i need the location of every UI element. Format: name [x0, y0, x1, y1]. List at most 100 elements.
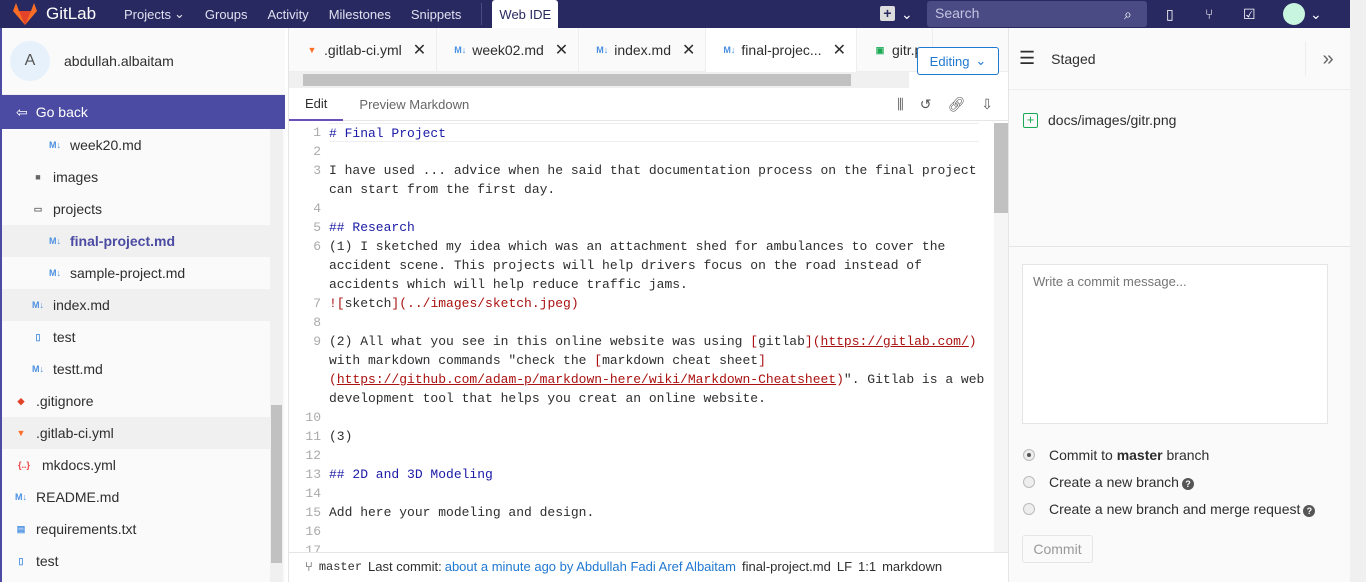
line-text: (https://github.com/adam-p/markdown-here… — [329, 370, 984, 389]
mode-label: Editing — [929, 53, 970, 69]
history-icon[interactable]: ↺ — [920, 96, 932, 113]
chevron-down-icon[interactable]: ⌄ — [1310, 6, 1322, 23]
file-tab[interactable]: M↓ final-projec... ✕ — [706, 28, 857, 72]
editor-mode-tabs: Edit Preview Markdown ⫼ ↺ 🔗︎ ⇩ — [289, 88, 1009, 121]
file-name: final-project.md — [741, 559, 831, 574]
scrollbar-thumb[interactable] — [271, 405, 282, 563]
file-tab[interactable]: ▼ .gitlab-ci.yml ✕ — [289, 28, 438, 72]
file-tree-item[interactable]: ▯ test — [2, 321, 270, 353]
line-number — [289, 370, 329, 389]
scrollbar-thumb[interactable] — [303, 74, 851, 86]
file-tree-item[interactable]: ▯ test — [2, 545, 270, 577]
code-token: ## Research — [329, 220, 415, 235]
tab-edit[interactable]: Edit — [289, 88, 344, 121]
last-commit-link[interactable]: about a minute ago by Abdullah Fadi Aref… — [445, 559, 736, 574]
merge-request-icon[interactable]: ⑂ — [1205, 6, 1213, 22]
line-number: 11 — [305, 429, 321, 444]
markdown-icon: M↓ — [49, 140, 61, 150]
close-icon[interactable]: ✕ — [682, 40, 695, 60]
gitlab-icon: ▼ — [16, 428, 26, 438]
code-line: 13 ## 2D and 3D Modeling — [289, 465, 993, 484]
line-number: 13 — [305, 467, 321, 482]
tabs-scrollbar[interactable] — [289, 72, 909, 88]
code-token: ) — [836, 372, 844, 387]
commit-button[interactable]: Commit — [1022, 535, 1093, 563]
user-avatar[interactable] — [1283, 3, 1305, 25]
commit-options: Commit to master branch Create a new bra… — [1023, 441, 1316, 522]
close-icon[interactable]: ✕ — [413, 40, 426, 60]
line-number: 3 — [313, 163, 321, 178]
file-tree-item[interactable]: M↓ testt.md — [2, 353, 270, 385]
new-item-icon[interactable]: + — [880, 6, 895, 21]
chevron-down-icon[interactable]: ⌄ — [901, 6, 913, 23]
staged-file-item[interactable]: + docs/images/gitr.png — [1009, 90, 1350, 150]
gitlab-icon: ▼ — [307, 45, 317, 55]
browser-scrollbar[interactable] — [1350, 0, 1366, 582]
file-tree-item[interactable]: M↓ sample-project.md — [2, 257, 270, 289]
search-input[interactable]: Search — [927, 1, 1147, 27]
markdown-icon: M↓ — [49, 268, 61, 278]
radio-commit-to-master[interactable]: Commit to master branch — [1023, 441, 1315, 468]
editor-scrollbar[interactable] — [994, 123, 1008, 552]
file-tree-item[interactable]: {..} mkdocs.yml — [2, 449, 270, 481]
file-name: sample-project.md — [70, 265, 186, 281]
line-number: 17 — [305, 543, 321, 552]
issues-icon[interactable]: ▯ — [1166, 6, 1174, 23]
file-tree-item[interactable]: ■ images — [2, 161, 270, 193]
collapse-panel-button[interactable]: » — [1305, 42, 1350, 76]
radio-button[interactable] — [1023, 448, 1035, 461]
code-token: ## 2D and 3D Modeling — [329, 467, 493, 482]
file-tree-item[interactable]: M↓ README.md — [2, 481, 270, 513]
radio-button[interactable] — [1023, 475, 1035, 488]
file-tree-item[interactable]: M↓ final-project.md — [2, 225, 270, 257]
markdown-icon: M↓ — [32, 300, 44, 310]
file-tree-item[interactable]: ▼ .gitlab-ci.yml — [2, 417, 270, 449]
tab-label: .gitlab-ci.yml — [324, 42, 402, 58]
tab-preview-markdown[interactable]: Preview Markdown — [343, 88, 485, 121]
file-tree-item[interactable]: M↓ week20.md — [2, 129, 270, 161]
nav-divider — [481, 3, 483, 25]
download-icon[interactable]: ⇩ — [981, 96, 993, 113]
line-text: (3) — [329, 427, 352, 446]
commit-message-input[interactable] — [1022, 264, 1328, 424]
nav-activity[interactable]: Activity — [268, 7, 309, 22]
code-line: (https://github.com/adam-p/markdown-here… — [289, 370, 993, 389]
editing-mode-dropdown[interactable]: Editing ⌄ — [917, 47, 999, 75]
file-tree-item[interactable]: ◆ .gitignore — [2, 385, 270, 417]
radio-button[interactable] — [1023, 502, 1035, 515]
nav-snippets[interactable]: Snippets — [411, 7, 462, 22]
nav-milestones[interactable]: Milestones — [329, 7, 391, 22]
option-label: Create a new branch? — [1049, 474, 1194, 490]
radio-new-branch-merge-request[interactable]: Create a new branch and merge request? — [1023, 495, 1316, 522]
nav-projects[interactable]: Projects ⌄ — [124, 6, 185, 22]
nav-web-ide[interactable]: Web IDE — [492, 0, 559, 28]
line-number: 6 — [313, 239, 321, 254]
scrollbar-thumb[interactable] — [994, 123, 1008, 213]
help-icon[interactable]: ? — [1303, 504, 1316, 517]
file-tab[interactable]: M↓ index.md ✕ — [579, 28, 707, 72]
gitlab-logo[interactable]: GitLab — [12, 2, 124, 26]
radio-new-branch[interactable]: Create a new branch? — [1023, 468, 1315, 495]
code-line: accident scene. This projects will help … — [289, 256, 993, 275]
code-token: accident scene. This projects will help … — [329, 258, 922, 273]
code-token: ]( — [804, 334, 821, 349]
code-token[interactable]: https://gitlab.com/ — [821, 334, 969, 349]
todo-icon[interactable]: ☑ — [1243, 6, 1256, 23]
link-icon[interactable]: 🔗︎ — [947, 96, 965, 113]
file-tree-item[interactable]: ▤ requirements.txt — [2, 513, 270, 545]
code-editor[interactable]: 1 # Final Project 2 3 I have used ... advice… — [289, 123, 993, 552]
help-icon[interactable]: ? — [1181, 477, 1194, 490]
file-name: .gitignore — [36, 393, 94, 409]
split-view-icon[interactable]: ⫼ — [897, 96, 903, 113]
code-token[interactable]: https://github.com/adam-p/markdown-here/… — [337, 372, 836, 387]
line-text: (1) I sketched my idea which was an atta… — [329, 237, 945, 256]
nav-groups[interactable]: Groups — [205, 7, 248, 22]
sidebar-scrollbar[interactable] — [270, 129, 283, 582]
file-name: test — [36, 553, 59, 569]
file-tab[interactable]: M↓ week02.md ✕ — [437, 28, 580, 72]
close-icon[interactable]: ✕ — [555, 40, 568, 60]
close-icon[interactable]: ✕ — [833, 40, 846, 60]
go-back-button[interactable]: ⇦ Go back — [2, 95, 285, 129]
file-tree-item[interactable]: M↓ index.md — [2, 289, 270, 321]
file-tree-item[interactable]: ▭ projects — [2, 193, 270, 225]
